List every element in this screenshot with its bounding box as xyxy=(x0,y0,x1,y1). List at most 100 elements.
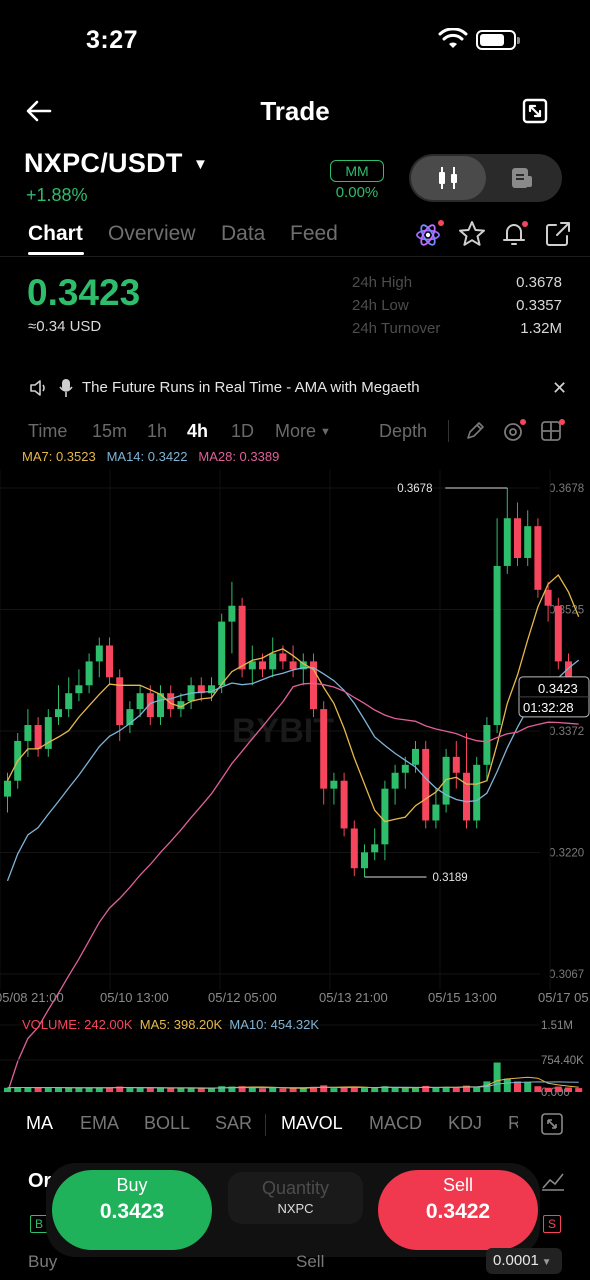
ma14-line xyxy=(6,659,580,882)
pair-change: +1.88% xyxy=(26,185,88,205)
candle-body xyxy=(95,645,103,662)
price-chart[interactable]: 0.36780.35250.33720.32200.3067BYBIT0.367… xyxy=(0,470,590,1098)
interval-time[interactable]: Time xyxy=(28,421,67,442)
x-tick-label: 05/08 21:00 xyxy=(0,990,64,1005)
candlestick-icon xyxy=(439,167,457,189)
volume-tick-label: 754.40K xyxy=(541,1055,584,1067)
price-usd: ≈0.34 USD xyxy=(28,318,102,335)
candle-body xyxy=(340,780,348,829)
share-icon[interactable] xyxy=(543,219,573,249)
tabs-divider xyxy=(0,256,590,257)
ai-atom-icon[interactable] xyxy=(414,219,444,249)
candle-body xyxy=(463,772,470,821)
depth-button[interactable]: Depth xyxy=(379,421,427,442)
candle-body xyxy=(452,756,460,773)
quantity-placeholder: Quantity xyxy=(261,1178,330,1198)
tab-chart[interactable]: Chart xyxy=(28,222,83,246)
view-toggle[interactable] xyxy=(409,154,562,202)
volume-bar xyxy=(146,1087,154,1092)
volume-bar xyxy=(503,1078,511,1092)
indicator-r[interactable]: R xyxy=(508,1113,518,1134)
volume-bar xyxy=(289,1088,297,1092)
more-caret-icon[interactable]: ▼ xyxy=(320,426,331,438)
candle-body xyxy=(320,709,328,789)
announcement-text[interactable]: The Future Runs in Real Time - AMA with … xyxy=(82,379,420,396)
microphone-icon xyxy=(59,379,73,397)
alert-bell-icon[interactable] xyxy=(500,219,530,249)
stat-high-value: 0.3678 xyxy=(516,274,562,291)
candle-body xyxy=(381,788,389,845)
buy-button-label: Buy xyxy=(116,1175,148,1195)
tick-size-value: 0.0001 xyxy=(493,1252,539,1269)
volume-bar xyxy=(534,1086,542,1092)
volume-bar xyxy=(401,1088,409,1092)
interval-4h[interactable]: 4h xyxy=(187,421,208,442)
volume-bar xyxy=(136,1088,144,1092)
volume-bar xyxy=(167,1088,175,1092)
candle-body xyxy=(412,748,419,765)
tick-size-select[interactable]: 0.0001 ▼ xyxy=(486,1248,562,1274)
interval-more[interactable]: More xyxy=(275,421,316,442)
last-price: 0.3423 xyxy=(27,272,141,313)
indicator-expand-icon[interactable] xyxy=(540,1112,564,1136)
candle-body xyxy=(524,526,532,558)
stat-turnover-value: 1.32M xyxy=(520,320,562,337)
volume-bar xyxy=(208,1088,215,1092)
current-price-label: 0.3423 xyxy=(538,681,578,696)
y-tick-label: 0.3220 xyxy=(549,848,584,860)
candle-body xyxy=(544,589,552,606)
candle-body xyxy=(493,565,501,726)
mm-value: 0.00% xyxy=(335,184,379,201)
buy-button[interactable]: Buy 0.3423 xyxy=(52,1170,212,1250)
volume-bar xyxy=(4,1087,11,1092)
indicator-ma[interactable]: MA xyxy=(26,1113,53,1134)
interval-1d[interactable]: 1D xyxy=(231,421,254,442)
chart-bars-icon[interactable] xyxy=(540,1168,566,1192)
tab-overview[interactable]: Overview xyxy=(108,222,196,246)
indicator-ema[interactable]: EMA xyxy=(80,1113,119,1134)
indicator-kdj[interactable]: KDJ xyxy=(448,1113,482,1134)
fullscreen-icon[interactable] xyxy=(520,96,550,126)
tab-feed[interactable]: Feed xyxy=(290,222,338,246)
volume-bar xyxy=(575,1088,583,1092)
volume-legend: VOLUME: 242.00K MA5: 398.20K MA10: 454.3… xyxy=(22,1017,319,1032)
indicator-mavol[interactable]: MAVOL xyxy=(281,1113,343,1134)
interval-15m[interactable]: 15m xyxy=(92,421,127,442)
ma7-legend: MA7: 0.3523 xyxy=(22,449,96,464)
volume-bar xyxy=(65,1087,73,1092)
mm-badge[interactable]: MM xyxy=(330,160,384,182)
document-view-icon[interactable] xyxy=(509,166,535,190)
x-tick-label: 05/12 05:00 xyxy=(208,990,277,1005)
quantity-input[interactable]: Quantity NXPC xyxy=(228,1172,363,1224)
pair-name[interactable]: NXPC/USDT xyxy=(24,148,183,179)
candle-body xyxy=(248,661,256,670)
candlestick-view-button[interactable] xyxy=(411,156,486,200)
layout-grid-icon[interactable] xyxy=(540,418,566,444)
favorite-star-icon[interactable] xyxy=(457,219,487,249)
announcement-close-icon[interactable]: ✕ xyxy=(552,378,567,399)
interval-1h[interactable]: 1h xyxy=(147,421,167,442)
countdown-label: 01:32:28 xyxy=(523,700,574,715)
indicator-boll[interactable]: BOLL xyxy=(144,1113,190,1134)
volume-bar xyxy=(412,1088,419,1092)
candle-body xyxy=(269,653,277,670)
sell-button[interactable]: Sell 0.3422 xyxy=(378,1170,538,1250)
indicator-macd[interactable]: MACD xyxy=(369,1113,422,1134)
candle-body xyxy=(350,828,358,869)
candle-body xyxy=(228,605,236,622)
indicator-settings-icon[interactable] xyxy=(502,418,528,444)
candle-body xyxy=(4,780,11,797)
volume-bar xyxy=(565,1087,572,1092)
sell-button-price: 0.3422 xyxy=(425,1200,491,1223)
page-title: Trade xyxy=(260,96,330,126)
indicator-sar[interactable]: SAR xyxy=(215,1113,252,1134)
volume-bar xyxy=(24,1087,32,1092)
volume-bar xyxy=(269,1087,277,1092)
volume-bar xyxy=(197,1088,205,1092)
volume-bar xyxy=(177,1088,185,1092)
tab-data[interactable]: Data xyxy=(221,222,265,246)
pair-dropdown-icon[interactable]: ▼ xyxy=(193,156,208,173)
draw-pencil-icon[interactable] xyxy=(464,420,486,442)
stat-high-label: 24h High xyxy=(352,274,413,291)
volume-tick-label: 1.51M xyxy=(541,1020,573,1032)
